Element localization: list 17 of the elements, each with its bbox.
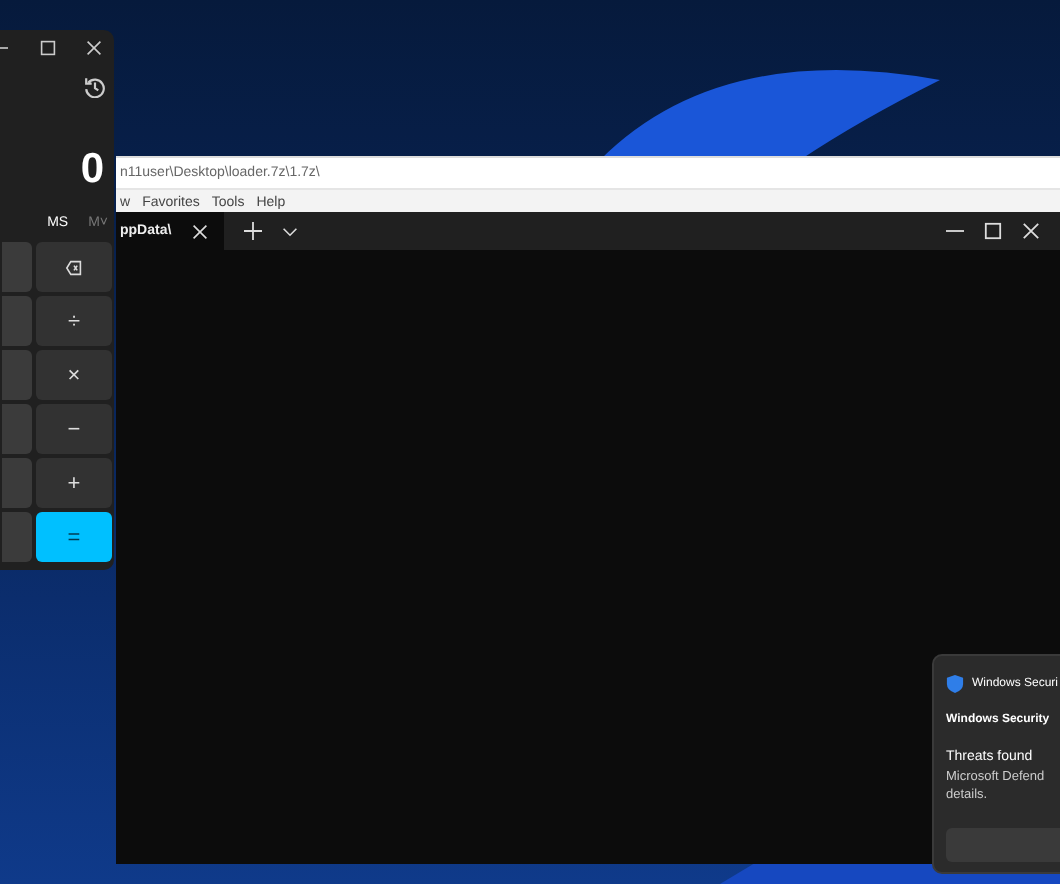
operator-key[interactable]: −	[36, 404, 112, 454]
backspace-icon	[64, 259, 84, 275]
display-value: 0	[78, 146, 106, 194]
close-icon[interactable]	[1022, 222, 1040, 240]
shield-icon	[946, 674, 964, 694]
close-icon[interactable]	[86, 40, 102, 56]
history-icon[interactable]	[84, 76, 106, 98]
operator-key[interactable]: +	[36, 458, 112, 508]
close-icon[interactable]	[191, 223, 208, 239]
maximize-icon[interactable]	[39, 40, 55, 56]
equals-key[interactable]: =	[36, 512, 112, 562]
plus-icon[interactable]	[243, 222, 262, 240]
backspace-button[interactable]	[36, 242, 112, 292]
operator-key[interactable]: ×	[36, 350, 112, 400]
operator-key[interactable]: ÷	[36, 296, 112, 346]
maximize-icon[interactable]	[984, 222, 1002, 240]
chevron-down-icon[interactable]	[281, 223, 298, 239]
